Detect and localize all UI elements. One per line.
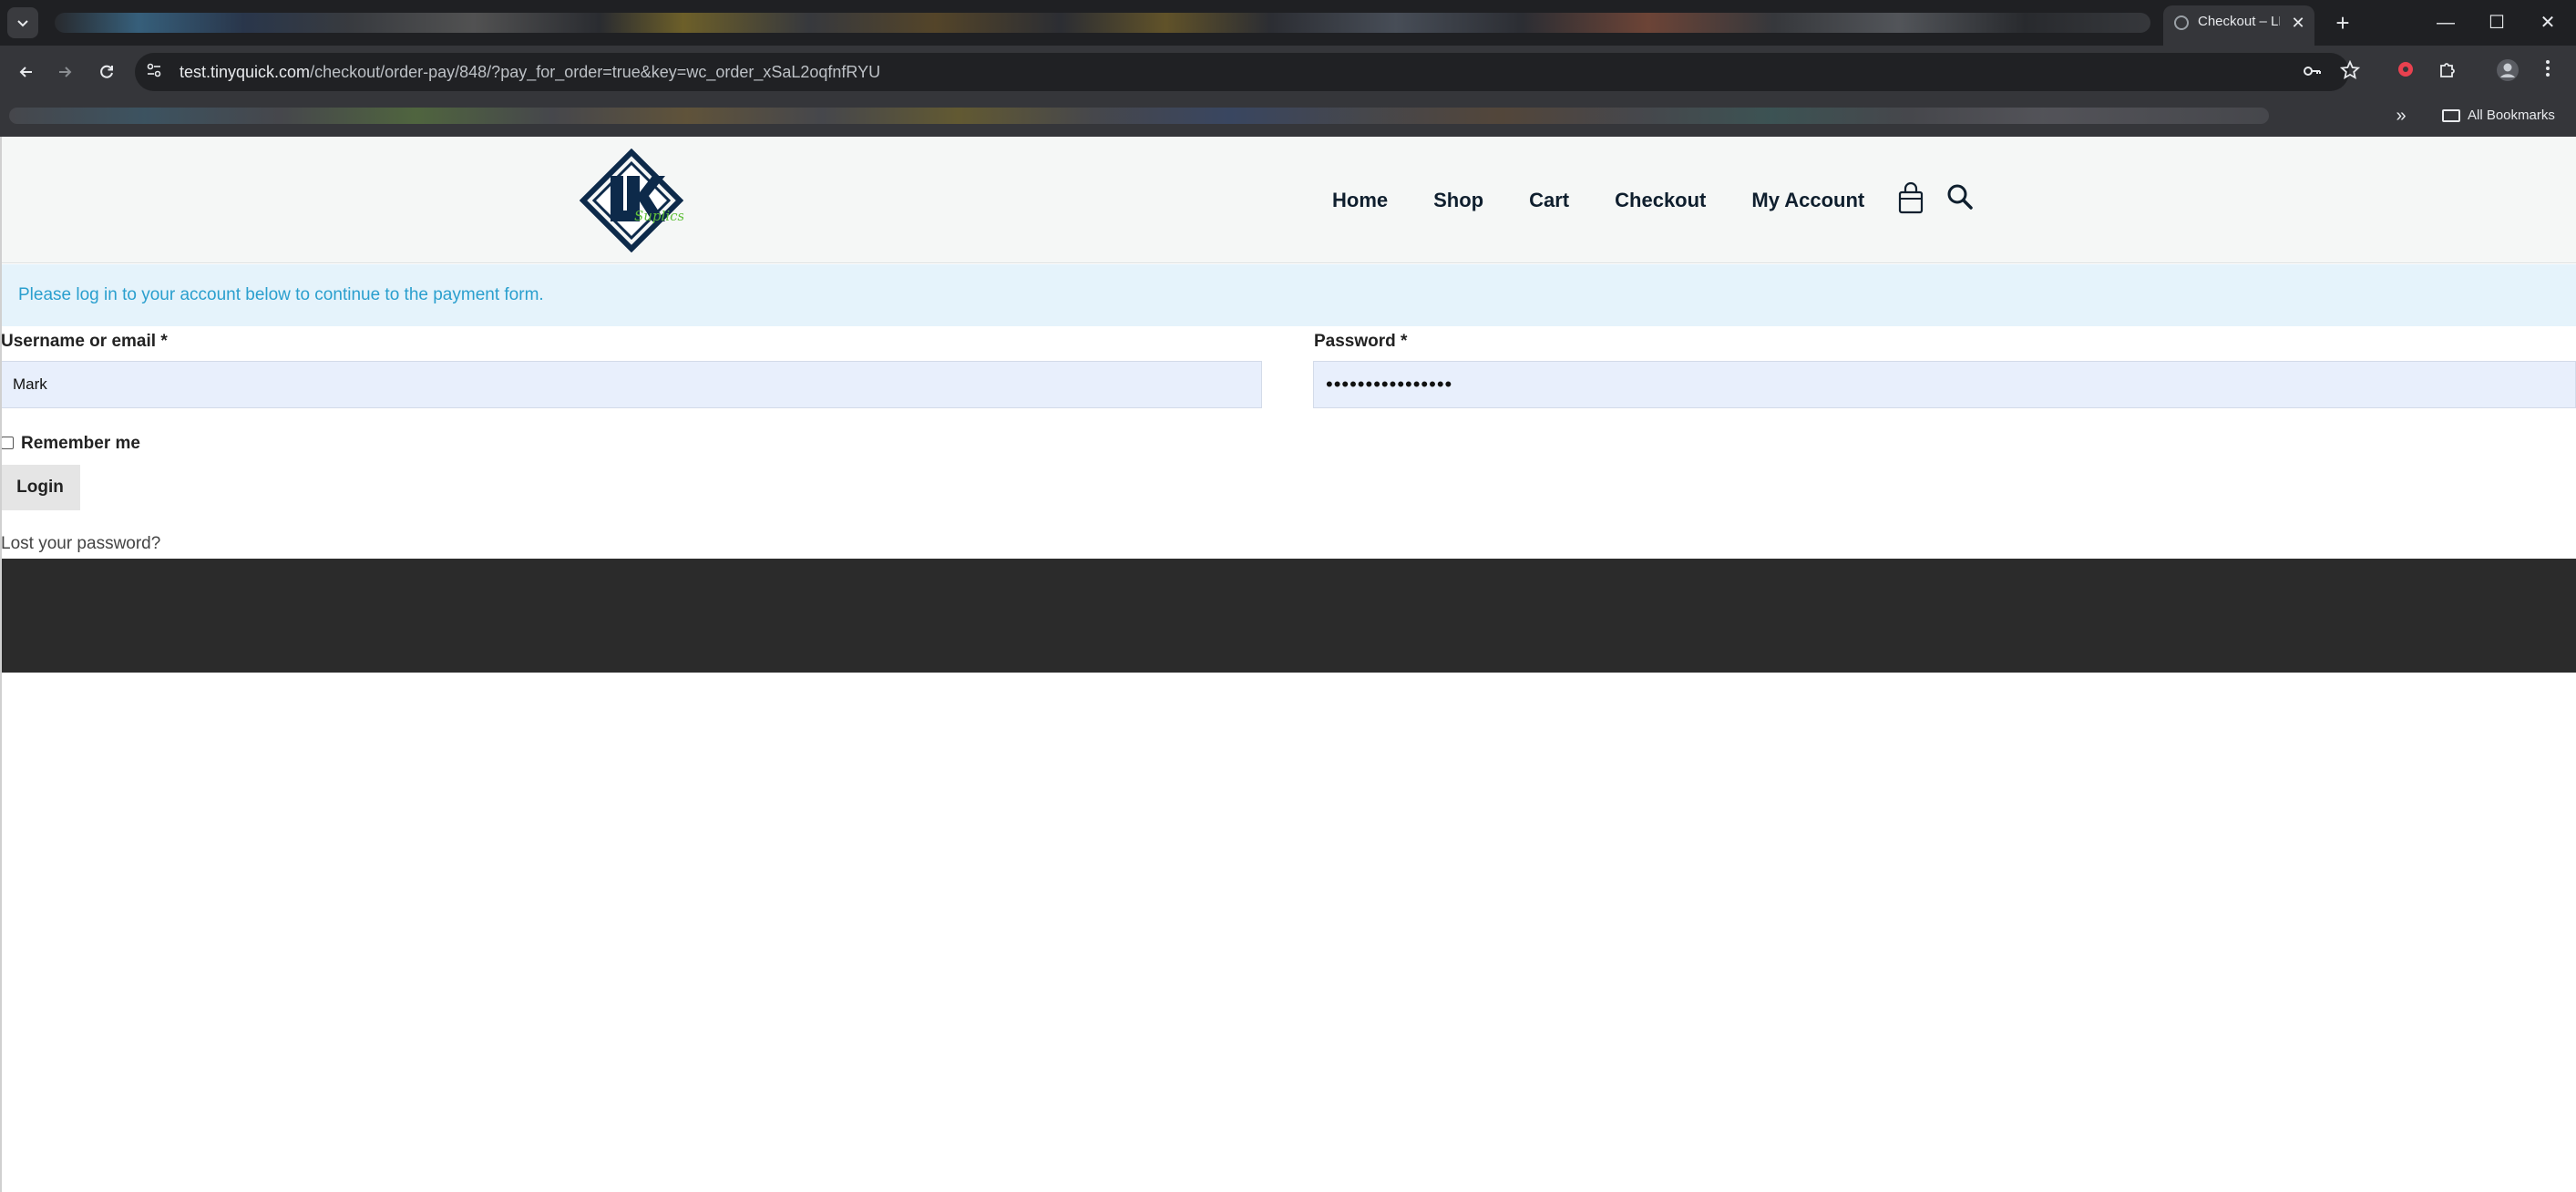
password-field[interactable]: •••••••••••••••• xyxy=(1313,361,2576,408)
notice-text: Please log in to your account below to c… xyxy=(18,285,544,304)
site-footer xyxy=(0,559,2576,673)
login-button[interactable]: Login xyxy=(0,465,80,510)
tab-search-button[interactable] xyxy=(7,7,38,38)
site-info-button[interactable] xyxy=(144,62,164,82)
username-field[interactable]: Mark xyxy=(0,361,1262,408)
shopping-bag-icon[interactable] xyxy=(1897,181,1930,215)
url-path: /checkout/order-pay/848/?pay_for_order=t… xyxy=(310,63,881,81)
kebab-menu-icon[interactable] xyxy=(2534,58,2561,86)
tab-close-button[interactable]: ✕ xyxy=(2287,12,2309,34)
all-bookmarks-label: All Bookmarks xyxy=(2468,108,2555,123)
minimize-button[interactable]: — xyxy=(2427,7,2464,38)
search-icon[interactable] xyxy=(1945,182,1978,215)
close-window-button[interactable]: ✕ xyxy=(2530,7,2566,38)
username-label: Username or email * xyxy=(1,330,168,354)
bookmarks-overflow-button[interactable]: » xyxy=(2387,102,2415,129)
reload-button[interactable] xyxy=(91,57,122,87)
page-border xyxy=(0,137,2,1192)
arrow-right-icon xyxy=(59,67,72,77)
lk-logo-icon: Suplics xyxy=(579,148,685,253)
folder-icon xyxy=(2442,109,2460,123)
maximize-button[interactable]: ☐ xyxy=(2479,7,2515,38)
blurred-tabs xyxy=(55,13,2150,33)
nav-my-account[interactable]: My Account xyxy=(1751,182,1864,219)
password-label: Password * xyxy=(1314,330,1407,354)
nav-cart[interactable]: Cart xyxy=(1529,182,1569,219)
nav-home[interactable]: Home xyxy=(1332,182,1388,219)
url-text[interactable]: test.tinyquick.com/checkout/order-pay/84… xyxy=(180,62,880,82)
new-tab-button[interactable]: + xyxy=(2329,9,2356,36)
lost-password-link[interactable]: Lost your password? xyxy=(1,532,160,556)
back-button[interactable] xyxy=(11,57,42,87)
bookmark-star-icon[interactable] xyxy=(2338,59,2362,84)
required-mark: * xyxy=(160,332,168,351)
tab-title: Checkout – LK xyxy=(2198,14,2280,29)
svg-text:Suplics: Suplics xyxy=(634,208,683,224)
required-mark: * xyxy=(1401,332,1408,351)
forward-button[interactable] xyxy=(49,57,80,87)
site-header xyxy=(0,137,2576,263)
main-navigation: Home Shop Cart Checkout My Account xyxy=(1332,182,1864,219)
blurred-bookmarks xyxy=(9,108,2269,124)
nav-shop[interactable]: Shop xyxy=(1433,182,1483,219)
chevron-down-icon xyxy=(17,20,28,27)
globe-icon xyxy=(2174,15,2189,30)
url-host: test.tinyquick.com xyxy=(180,63,311,81)
extension-red-icon[interactable] xyxy=(2392,58,2419,86)
remember-me-checkbox[interactable] xyxy=(1,437,14,449)
arrow-left-icon xyxy=(19,67,32,77)
reload-icon xyxy=(100,65,113,78)
profile-avatar[interactable] xyxy=(2494,58,2521,86)
username-label-text: Username or email xyxy=(1,332,157,351)
password-label-text: Password xyxy=(1314,332,1396,351)
tune-icon xyxy=(147,63,161,77)
password-key-icon[interactable] xyxy=(2300,60,2324,84)
remember-me-label[interactable]: Remember me xyxy=(21,432,140,456)
nav-checkout[interactable]: Checkout xyxy=(1615,182,1706,219)
site-logo[interactable]: Suplics xyxy=(579,148,685,253)
extensions-puzzle-icon[interactable] xyxy=(2434,58,2461,86)
all-bookmarks-button[interactable]: All Bookmarks xyxy=(2442,104,2555,128)
